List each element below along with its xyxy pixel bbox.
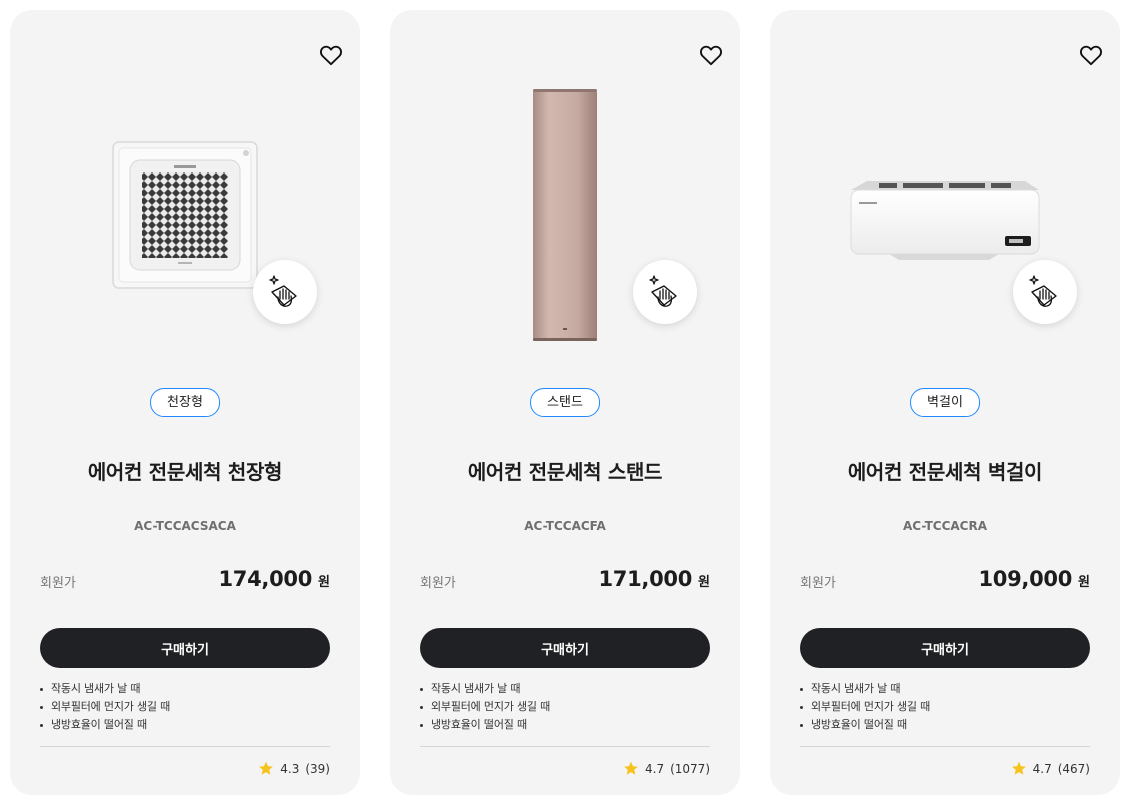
model-number: AC-TCCACFA — [524, 519, 606, 533]
feature-item: 냉방효율이 떨어질 때 — [800, 716, 930, 734]
feature-item: 작동시 냄새가 날 때 — [40, 680, 170, 698]
star-icon — [1011, 761, 1026, 775]
buy-button[interactable]: 구매하기 — [800, 628, 1090, 668]
heart-icon[interactable] — [698, 42, 724, 68]
price-value: 174,000 — [218, 567, 313, 591]
hand-wipe-sparkle-icon — [1029, 275, 1057, 307]
product-title[interactable]: 에어컨 전문세척 천장형 — [10, 456, 360, 485]
review-count: (39) — [305, 761, 330, 776]
buy-button[interactable]: 구매하기 — [40, 628, 330, 668]
feature-item: 작동시 냄새가 날 때 — [420, 680, 550, 698]
price-value: 171,000 — [598, 567, 693, 591]
product-card[interactable]: 벽걸이 에어컨 전문세척 벽걸이 AC-TCCACRA 회원가 109,000 … — [770, 10, 1120, 795]
price: 174,000 원 — [218, 567, 330, 591]
feature-item: 외부필터에 먼지가 생길 때 — [40, 698, 170, 716]
price-currency: 원 — [1078, 575, 1090, 590]
price-currency: 원 — [698, 575, 710, 590]
wall-mounted-ac-image — [850, 181, 1040, 260]
feature-item: 작동시 냄새가 날 때 — [800, 680, 930, 698]
cleaning-badge — [633, 260, 697, 324]
product-type-tag: 스탠드 — [530, 388, 600, 417]
heart-icon[interactable] — [1078, 42, 1104, 68]
price: 109,000 원 — [978, 567, 1090, 591]
product-grid: 천장형 에어컨 전문세척 천장형 AC-TCCACSACA 회원가 174,00… — [0, 0, 1132, 810]
feature-item: 외부필터에 먼지가 생길 때 — [800, 698, 930, 716]
star-icon — [259, 761, 274, 775]
model-number: AC-TCCACRA — [902, 519, 987, 533]
rating-score: 4.3 — [280, 761, 300, 776]
review-count: (467) — [1057, 761, 1090, 776]
price: 171,000 원 — [598, 567, 710, 591]
model-number: AC-TCCACSACA — [134, 519, 236, 533]
product-title[interactable]: 에어컨 전문세척 스탠드 — [390, 456, 740, 485]
feature-item: 냉방효율이 떨어질 때 — [420, 716, 550, 734]
feature-list: 작동시 냄새가 날 때 외부필터에 먼지가 생길 때 냉방효율이 떨어질 때 — [800, 680, 930, 734]
buy-button[interactable]: 구매하기 — [420, 628, 710, 668]
feature-list: 작동시 냄새가 날 때 외부필터에 먼지가 생길 때 냉방효율이 떨어질 때 — [40, 680, 170, 734]
divider — [40, 746, 330, 747]
price-label: 회원가 — [800, 576, 836, 591]
divider — [800, 746, 1090, 747]
product-card[interactable]: 천장형 에어컨 전문세척 천장형 AC-TCCACSACA 회원가 174,00… — [10, 10, 360, 795]
product-type-tag: 천장형 — [150, 388, 220, 417]
rating[interactable]: 4.3 (39) — [258, 761, 330, 776]
product-card[interactable]: 스탠드 에어컨 전문세척 스탠드 AC-TCCACFA 회원가 171,000 … — [390, 10, 740, 795]
rating-score: 4.7 — [645, 761, 665, 776]
hand-wipe-sparkle-icon — [649, 275, 677, 307]
rating[interactable]: 4.7 (1077) — [623, 761, 710, 776]
star-icon — [624, 761, 638, 775]
rating-score: 4.7 — [1032, 761, 1052, 776]
price-label: 회원가 — [40, 576, 76, 591]
product-type-tag: 벽걸이 — [910, 388, 980, 417]
ceiling-cassette-ac-image — [112, 141, 258, 289]
divider — [420, 746, 710, 747]
review-count: (1077) — [670, 761, 710, 776]
cleaning-badge — [1013, 260, 1077, 324]
rating[interactable]: 4.7 (467) — [1011, 761, 1090, 776]
feature-item: 냉방효율이 떨어질 때 — [40, 716, 170, 734]
price-value: 109,000 — [978, 567, 1073, 591]
stand-ac-image — [533, 89, 597, 341]
heart-icon[interactable] — [318, 42, 344, 68]
feature-item: 외부필터에 먼지가 생길 때 — [420, 698, 550, 716]
hand-wipe-sparkle-icon — [269, 275, 297, 307]
price-currency: 원 — [318, 575, 330, 590]
product-title[interactable]: 에어컨 전문세척 벽걸이 — [770, 456, 1120, 485]
feature-list: 작동시 냄새가 날 때 외부필터에 먼지가 생길 때 냉방효율이 떨어질 때 — [420, 680, 550, 734]
price-label: 회원가 — [420, 576, 456, 591]
cleaning-badge — [253, 260, 317, 324]
